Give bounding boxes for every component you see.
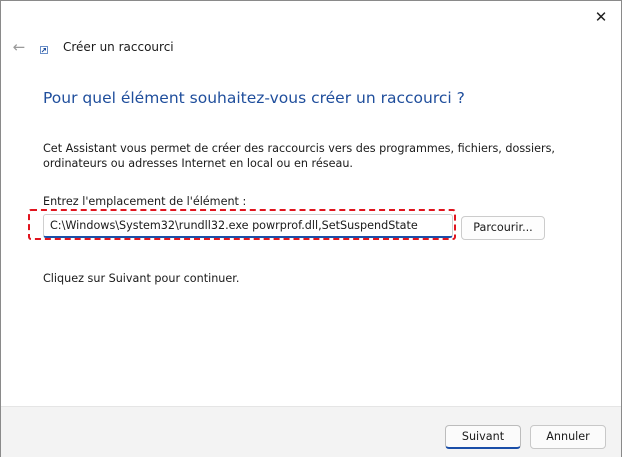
page-heading: Pour quel élément souhaitez-vous créer u… (43, 89, 465, 107)
next-button[interactable]: Suivant (445, 425, 521, 449)
back-arrow-icon: ← (12, 38, 26, 56)
wizard-description: Cet Assistant vous permet de créer des r… (43, 142, 555, 170)
dialog-title: Créer un raccourci (63, 40, 174, 54)
cancel-button[interactable]: Annuler (530, 425, 606, 449)
back-button[interactable]: ← (9, 37, 29, 57)
shortcut-wizard-icon (40, 46, 48, 54)
close-button[interactable]: ✕ (589, 5, 613, 29)
create-shortcut-dialog: ✕ ← Créer un raccourci Pour quel élément… (0, 0, 622, 457)
close-icon: ✕ (594, 8, 608, 26)
continue-instruction: Cliquez sur Suivant pour continuer. (43, 272, 240, 285)
location-label: Entrez l'emplacement de l'élément : (43, 195, 247, 208)
dialog-footer (1, 406, 621, 457)
annotation-highlight (28, 209, 456, 240)
browse-button[interactable]: Parcourir... (461, 216, 545, 240)
